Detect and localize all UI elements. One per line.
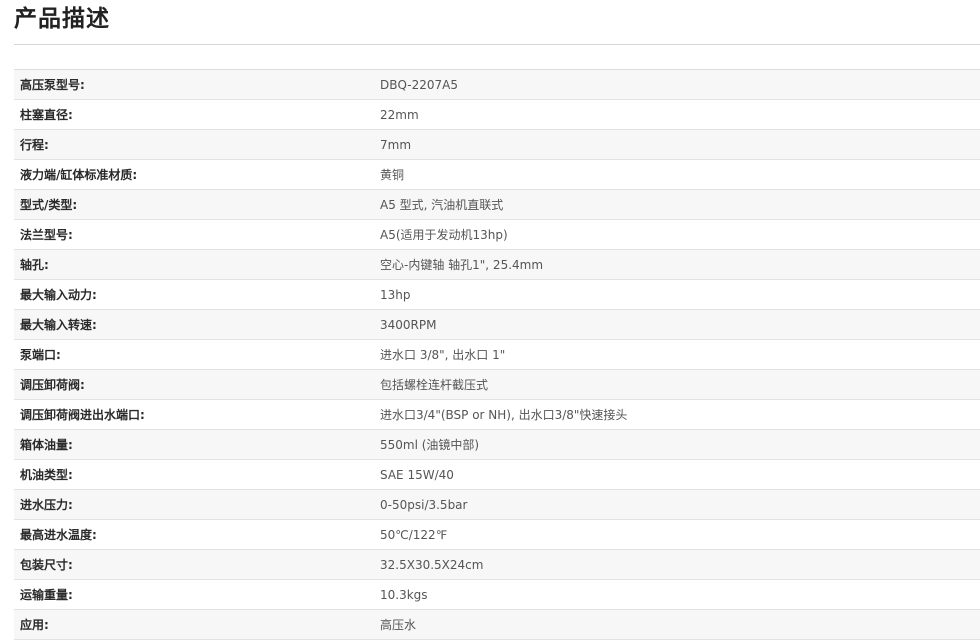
spec-row-inlet-temp: 最高进水温度: 50℃/122℉ xyxy=(14,520,980,550)
spec-row-application: 应用: 高压水 xyxy=(14,610,980,640)
spec-label: 泵端口: xyxy=(20,348,61,362)
spec-row-package-size: 包装尺寸: 32.5X30.5X24cm xyxy=(14,550,980,580)
spec-label: 箱体油量: xyxy=(20,438,73,452)
spec-label: 液力端/缸体标准材质: xyxy=(20,168,138,182)
spec-label: 调压卸荷阀: xyxy=(20,378,85,392)
spec-row-oil-capacity: 箱体油量: 550ml (油镜中部) xyxy=(14,430,980,460)
spec-label: 行程: xyxy=(20,138,49,152)
spec-value: 22mm xyxy=(380,107,419,122)
spec-row-inlet-pressure: 进水压力: 0-50psi/3.5bar xyxy=(14,490,980,520)
spec-value: 3400RPM xyxy=(380,317,437,332)
spec-row-unloader: 调压卸荷阀: 包括螺栓连杆截压式 xyxy=(14,370,980,400)
spec-label: 包装尺寸: xyxy=(20,558,73,572)
spec-row-type: 型式/类型: A5 型式, 汽油机直联式 xyxy=(14,190,980,220)
spec-label: 进水压力: xyxy=(20,498,73,512)
spec-label: 高压泵型号: xyxy=(20,78,85,92)
spec-value: 550ml (油镜中部) xyxy=(380,438,480,452)
spec-value: 10.3kgs xyxy=(380,587,428,602)
spec-value: 进水口 3/8", 出水口 1" xyxy=(380,348,506,362)
title-divider xyxy=(14,44,980,45)
spec-row-shipping-weight: 运输重量: 10.3kgs xyxy=(14,580,980,610)
spec-label: 运输重量: xyxy=(20,588,73,602)
spec-label: 最大输入动力: xyxy=(20,288,97,302)
spec-row-shaft: 轴孔: 空心-内键轴 轴孔1", 25.4mm xyxy=(14,250,980,280)
spec-row-model: 高压泵型号: DBQ-2207A5 xyxy=(14,70,980,100)
spec-value: 空心-内键轴 轴孔1", 25.4mm xyxy=(380,258,544,272)
spec-label: 最高进水温度: xyxy=(20,528,97,542)
spec-value: 0-50psi/3.5bar xyxy=(380,497,468,512)
spec-value: A5 型式, 汽油机直联式 xyxy=(380,198,504,212)
spec-row-material: 液力端/缸体标准材质: 黄铜 xyxy=(14,160,980,190)
spec-value: 13hp xyxy=(380,287,411,302)
spec-row-flange: 法兰型号: A5(适用于发动机13hp) xyxy=(14,220,980,250)
spec-label: 型式/类型: xyxy=(20,198,78,212)
spec-row-max-power: 最大输入动力: 13hp xyxy=(14,280,980,310)
spec-row-max-speed: 最大输入转速: 3400RPM xyxy=(14,310,980,340)
spec-label: 最大输入转速: xyxy=(20,318,97,332)
spec-label: 调压卸荷阀进出水端口: xyxy=(20,408,145,422)
section-title: 产品描述 xyxy=(14,6,110,32)
spec-table: 高压泵型号: DBQ-2207A5 柱塞直径: 22mm 行程: 7mm 液力端… xyxy=(14,69,980,640)
spec-value: DBQ-2207A5 xyxy=(380,77,458,92)
spec-value: 包括螺栓连杆截压式 xyxy=(380,378,489,392)
spec-row-oil-type: 机油类型: SAE 15W/40 xyxy=(14,460,980,490)
spec-row-unloader-ports: 调压卸荷阀进出水端口: 进水口3/4"(BSP or NH), 出水口3/8"快… xyxy=(14,400,980,430)
spec-value: SAE 15W/40 xyxy=(380,467,454,482)
spec-value: A5(适用于发动机13hp) xyxy=(380,228,508,242)
spec-label: 应用: xyxy=(20,618,49,632)
spec-value: 32.5X30.5X24cm xyxy=(380,557,484,572)
spec-label: 法兰型号: xyxy=(20,228,73,242)
spec-row-ports: 泵端口: 进水口 3/8", 出水口 1" xyxy=(14,340,980,370)
spec-label: 柱塞直径: xyxy=(20,108,73,122)
spec-value: 50℃/122℉ xyxy=(380,527,448,542)
spec-value: 7mm xyxy=(380,137,412,152)
spec-label: 机油类型: xyxy=(20,468,73,482)
spec-row-plunger-diameter: 柱塞直径: 22mm xyxy=(14,100,980,130)
spec-value: 进水口3/4"(BSP or NH), 出水口3/8"快速接头 xyxy=(380,408,628,422)
spec-value: 高压水 xyxy=(380,618,417,632)
spec-label: 轴孔: xyxy=(20,258,49,272)
spec-row-stroke: 行程: 7mm xyxy=(14,130,980,160)
spec-value: 黄铜 xyxy=(380,168,405,182)
